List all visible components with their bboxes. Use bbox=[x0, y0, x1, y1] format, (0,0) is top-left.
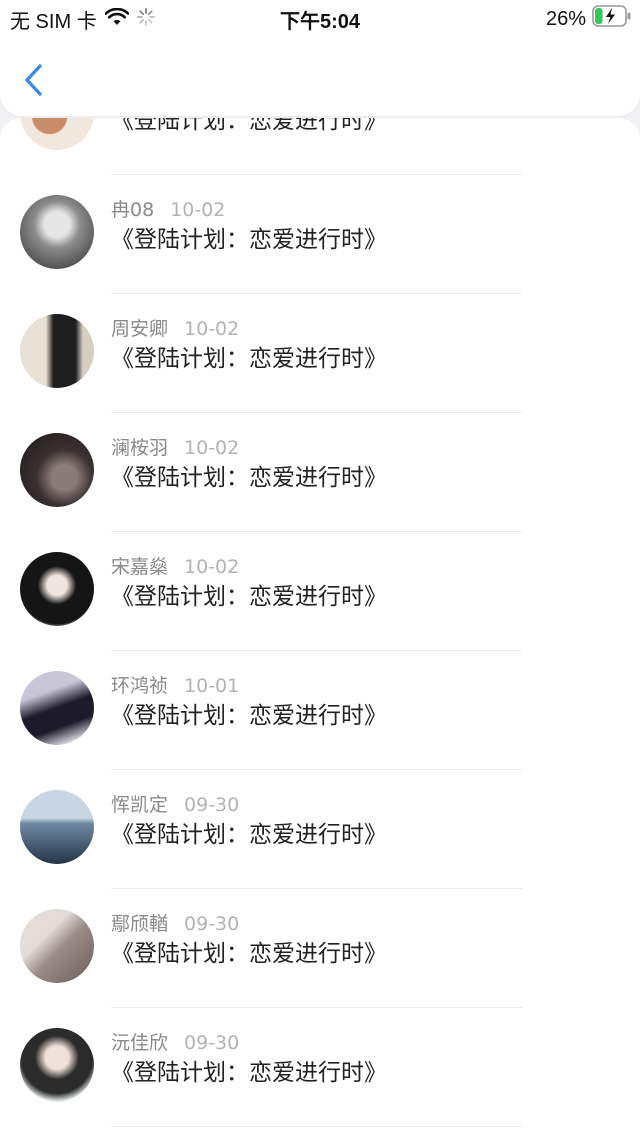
item-title: 《登陆计划：恋爱进行时》 bbox=[111, 703, 387, 729]
avatar[interactable] bbox=[20, 118, 94, 150]
item-meta: 鄢颀輶 09-30 bbox=[111, 909, 239, 936]
comment-list: 《登陆计划：恋爱进行时》 冉08 10-02 《登陆计划：恋爱进行时》 周安卿 10… bbox=[0, 118, 640, 1138]
avatar[interactable] bbox=[20, 909, 94, 983]
post-date: 10-01 bbox=[184, 675, 240, 697]
avatar[interactable] bbox=[20, 1028, 94, 1102]
loading-spinner-icon bbox=[136, 7, 155, 32]
post-date: 09-30 bbox=[184, 794, 240, 816]
list-item[interactable]: 冉08 10-02 《登陆计划：恋爱进行时》 bbox=[0, 175, 640, 294]
item-meta: 周安卿 10-02 bbox=[111, 314, 239, 341]
nav-header bbox=[0, 36, 640, 116]
carrier-label: 无 SIM 卡 bbox=[10, 11, 97, 33]
item-meta: 宋嘉燊 10-02 bbox=[111, 552, 239, 579]
post-date: 10-02 bbox=[184, 318, 240, 340]
item-meta: 环鸿祯 10-01 bbox=[111, 671, 239, 698]
list-item[interactable]: 宋嘉燊 10-02 《登陆计划：恋爱进行时》 bbox=[0, 532, 640, 651]
item-title: 《登陆计划：恋爱进行时》 bbox=[111, 584, 387, 610]
list-item[interactable]: 周安卿 10-02 《登陆计划：恋爱进行时》 bbox=[0, 294, 640, 413]
back-button[interactable] bbox=[20, 62, 48, 98]
user-name[interactable]: 澜桉羽 bbox=[111, 437, 168, 459]
user-name[interactable]: 环鸿祯 bbox=[111, 675, 168, 697]
item-title: 《登陆计划：恋爱进行时》 bbox=[111, 822, 387, 848]
item-title: 《登陆计划：恋爱进行时》 bbox=[111, 346, 387, 372]
list-item[interactable]: 恽凯定 09-30 《登陆计划：恋爱进行时》 bbox=[0, 770, 640, 889]
post-date: 09-30 bbox=[184, 913, 240, 935]
item-meta: 澜桉羽 10-02 bbox=[111, 433, 239, 460]
avatar[interactable] bbox=[20, 195, 94, 269]
post-date: 10-02 bbox=[184, 437, 240, 459]
item-meta: 恽凯定 09-30 bbox=[111, 790, 239, 817]
user-name[interactable]: 周安卿 bbox=[111, 318, 168, 340]
post-date: 10-02 bbox=[170, 199, 226, 221]
user-name[interactable]: 冉08 bbox=[111, 199, 154, 221]
list-item[interactable]: 沅佳欣 09-30 《登陆计划：恋爱进行时》 bbox=[0, 1008, 640, 1127]
battery-charging-icon bbox=[592, 5, 632, 33]
avatar[interactable] bbox=[20, 314, 94, 388]
list-item[interactable]: 澜桉羽 10-02 《登陆计划：恋爱进行时》 bbox=[0, 413, 640, 532]
avatar[interactable] bbox=[20, 671, 94, 745]
item-title: 《登陆计划：恋爱进行时》 bbox=[111, 465, 387, 491]
list-item[interactable]: 鄢颀輶 09-30 《登陆计划：恋爱进行时》 bbox=[0, 889, 640, 1008]
list-item[interactable]: 环鸿祯 10-01 《登陆计划：恋爱进行时》 bbox=[0, 651, 640, 770]
status-left: 无 SIM 卡 bbox=[10, 5, 155, 34]
item-meta: 冉08 10-02 bbox=[111, 195, 225, 222]
post-date: 10-02 bbox=[184, 556, 240, 578]
wifi-icon bbox=[104, 7, 130, 32]
user-name[interactable]: 恽凯定 bbox=[111, 794, 168, 816]
divider bbox=[111, 1126, 522, 1127]
item-title: 《登陆计划：恋爱进行时》 bbox=[111, 227, 387, 253]
item-title: 《登陆计划：恋爱进行时》 bbox=[111, 118, 387, 134]
user-name[interactable]: 沅佳欣 bbox=[111, 1032, 168, 1054]
item-title: 《登陆计划：恋爱进行时》 bbox=[111, 941, 387, 967]
item-title: 《登陆计划：恋爱进行时》 bbox=[111, 1060, 387, 1086]
avatar[interactable] bbox=[20, 790, 94, 864]
status-bar: 无 SIM 卡 下午5:04 26% bbox=[0, 0, 640, 36]
user-name[interactable]: 鄢颀輶 bbox=[111, 913, 168, 935]
post-date: 09-30 bbox=[184, 1032, 240, 1054]
list-item[interactable]: 《登陆计划：恋爱进行时》 bbox=[0, 118, 640, 175]
chevron-left-icon bbox=[25, 64, 42, 96]
status-right: 26% bbox=[546, 5, 632, 33]
item-meta: 沅佳欣 09-30 bbox=[111, 1028, 239, 1055]
avatar[interactable] bbox=[20, 433, 94, 507]
battery-percent: 26% bbox=[545, 7, 586, 30]
avatar[interactable] bbox=[20, 552, 94, 626]
user-name[interactable]: 宋嘉燊 bbox=[111, 556, 168, 578]
